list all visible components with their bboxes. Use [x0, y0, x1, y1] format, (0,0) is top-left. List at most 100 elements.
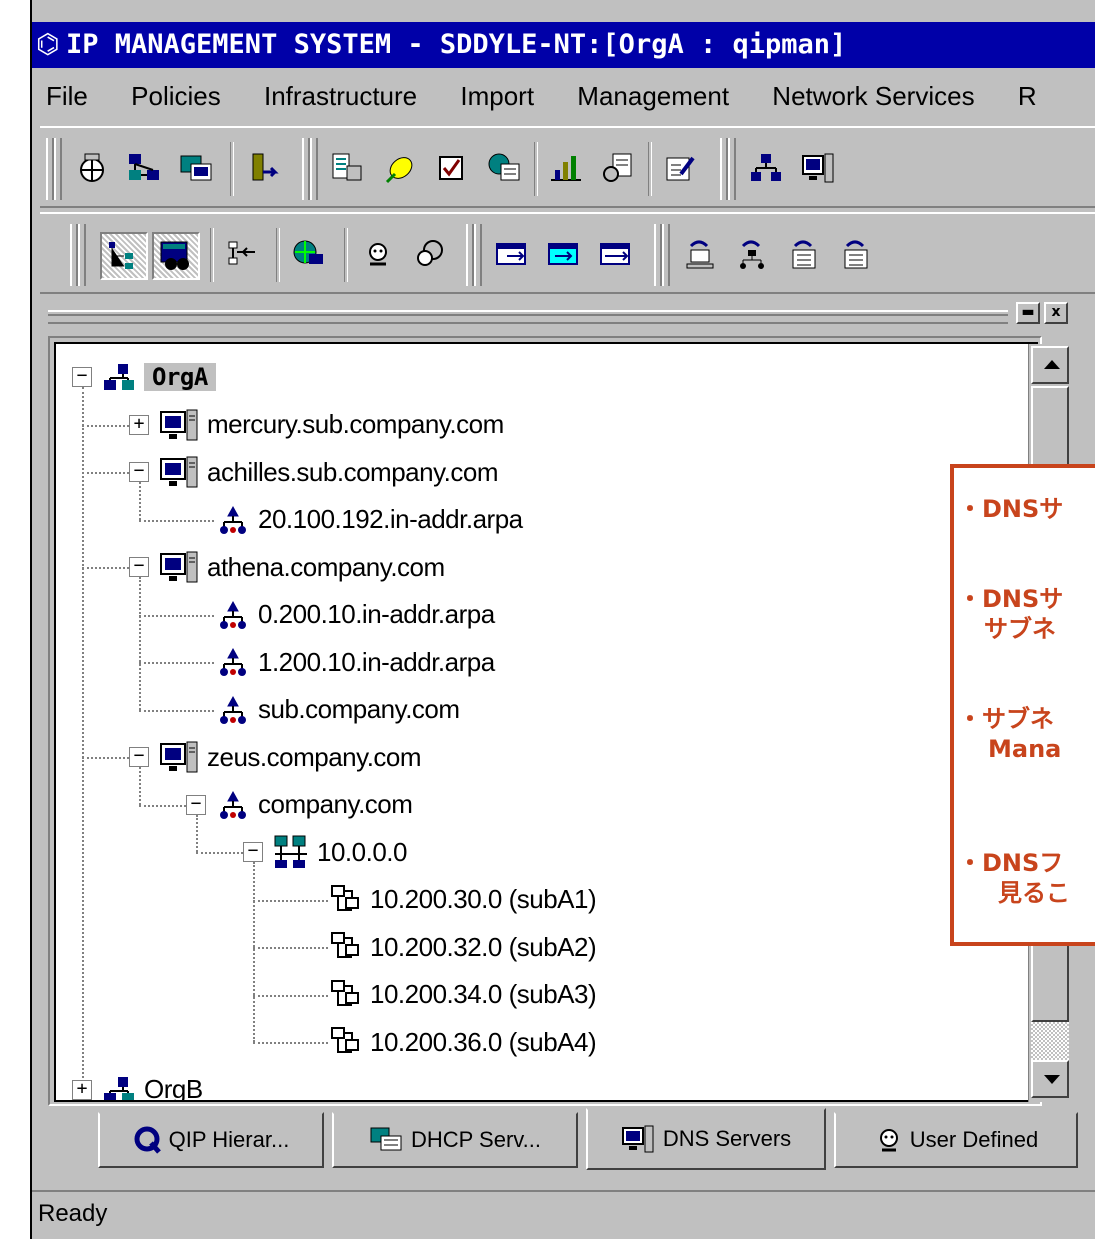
- tree-node[interactable]: 1.200.10.in-addr.arpa: [216, 641, 495, 683]
- subnet-icon: [330, 884, 362, 916]
- tree-node-label: 10.200.32.0 (subA2): [370, 931, 597, 962]
- global-settings-button[interactable]: [482, 146, 526, 190]
- user-button[interactable]: [356, 232, 400, 276]
- tree-node[interactable]: athena.company.com: [159, 546, 445, 588]
- exit-button[interactable]: [240, 146, 284, 190]
- edit-document-icon: [666, 156, 695, 181]
- callout-line: ・サブネ: [958, 705, 1054, 733]
- menu-management[interactable]: Management: [577, 81, 729, 111]
- subnet-import-button[interactable]: [490, 232, 534, 276]
- dhcp-generate-button[interactable]: [326, 146, 370, 190]
- toolbar-grip[interactable]: [720, 138, 728, 200]
- collapse-icon[interactable]: −: [129, 462, 149, 482]
- dns-server-icon: [159, 455, 199, 489]
- infrastructure-button[interactable]: [122, 146, 166, 190]
- tab-dhcp-servers[interactable]: DHCP Serv...: [332, 1112, 578, 1168]
- expand-icon[interactable]: +: [129, 414, 149, 435]
- tab-user-defined[interactable]: User Defined: [834, 1112, 1078, 1168]
- menu-infrastructure[interactable]: Infrastructure: [264, 81, 417, 111]
- menu-import[interactable]: Import: [460, 81, 534, 111]
- tag-button[interactable]: [378, 146, 422, 190]
- toolbar-grip[interactable]: [46, 138, 54, 200]
- tree-node-label: 10.200.36.0 (subA4): [370, 1026, 597, 1057]
- edit-button[interactable]: [658, 146, 702, 190]
- toolbar-grip[interactable]: [662, 224, 670, 286]
- tree-node[interactable]: sub.company.com: [216, 689, 460, 731]
- user-settings-button[interactable]: [408, 232, 452, 276]
- tree-node[interactable]: 20.100.192.in-addr.arpa: [216, 499, 523, 541]
- servers-button[interactable]: [174, 146, 218, 190]
- collapse-icon[interactable]: −: [186, 794, 206, 815]
- dhcp-server-icon: [370, 1127, 402, 1151]
- subnet-icon: [330, 931, 362, 963]
- tree-node[interactable]: 0.200.10.in-addr.arpa: [216, 594, 495, 636]
- toolbar-separator: [344, 228, 348, 282]
- table-arrow-icon: [496, 243, 526, 265]
- collapse-icon[interactable]: −: [243, 842, 263, 862]
- title-bar[interactable]: ⌬ IP MANAGEMENT SYSTEM - SDDYLE-NT:[OrgA …: [32, 22, 1095, 68]
- panel-minimize-button[interactable]: ▬: [1016, 302, 1040, 324]
- tree-node[interactable]: OrgA: [102, 356, 216, 398]
- tree-node[interactable]: 10.200.30.0 (subA1): [330, 879, 597, 921]
- dns-server-icon: [159, 740, 199, 774]
- collapse-icon[interactable]: −: [129, 557, 149, 577]
- collapse-icon[interactable]: −: [129, 747, 149, 767]
- tree-node[interactable]: 10.200.32.0 (subA2): [330, 926, 597, 968]
- organization-button[interactable]: [744, 146, 788, 190]
- subnet-export-button[interactable]: [542, 232, 586, 276]
- toolbar-grip[interactable]: [310, 138, 318, 200]
- audit-button[interactable]: [596, 146, 640, 190]
- scroll-down-button[interactable]: [1031, 1060, 1069, 1098]
- tree-view[interactable]: − OrgA + mercury.sub.company.com − achilles.s…: [54, 342, 1038, 1102]
- scroll-track[interactable]: [1031, 1022, 1069, 1060]
- panel-close-button[interactable]: x: [1044, 302, 1068, 324]
- tab-dns-servers[interactable]: DNS Servers: [586, 1108, 826, 1170]
- tree-node[interactable]: 10.0.0.0: [273, 831, 407, 873]
- network-icon: [273, 834, 309, 870]
- push-network-button[interactable]: [730, 232, 774, 276]
- hierarchy-icon: [228, 241, 255, 265]
- toolbar-grip[interactable]: [78, 224, 86, 286]
- subnet-move-button[interactable]: [594, 232, 638, 276]
- push-computer-button[interactable]: [678, 232, 722, 276]
- menu-file[interactable]: File: [46, 81, 88, 111]
- tree-node[interactable]: company.com: [216, 784, 413, 826]
- tree-connector: [139, 614, 214, 617]
- tree-node[interactable]: zeus.company.com: [159, 736, 422, 778]
- network-view-button[interactable]: [286, 232, 330, 276]
- toolbar-grip[interactable]: [474, 224, 482, 286]
- menu-network-services[interactable]: Network Services: [772, 81, 974, 111]
- tab-qip-hierarchy[interactable]: QIP Hierar...: [98, 1112, 324, 1168]
- hierarchy-button[interactable]: [220, 232, 264, 276]
- zone-icon: [216, 788, 250, 822]
- toolbar-grip[interactable]: [70, 224, 78, 286]
- dns-server-button[interactable]: [796, 146, 840, 190]
- tree-node[interactable]: mercury.sub.company.com: [159, 404, 504, 446]
- toolbar-grip[interactable]: [466, 224, 474, 286]
- toolbar-grip[interactable]: [654, 224, 662, 286]
- panel-grip[interactable]: [48, 310, 1008, 324]
- tree-node-label: OrgA: [144, 363, 216, 391]
- system-menu-icon[interactable]: ⌬: [36, 22, 66, 68]
- toolbar-grip[interactable]: [728, 138, 736, 200]
- tree-view-button[interactable]: [100, 232, 148, 280]
- push-all-button[interactable]: [834, 232, 878, 276]
- expand-icon[interactable]: +: [72, 1079, 92, 1100]
- menu-policies[interactable]: Policies: [131, 81, 221, 111]
- toolbar-grip[interactable]: [302, 138, 310, 200]
- network-arrow-icon: [740, 240, 764, 269]
- search-view-button[interactable]: [152, 232, 200, 280]
- checklist-button[interactable]: [430, 146, 474, 190]
- collapse-icon[interactable]: −: [72, 367, 92, 387]
- tree-node[interactable]: 10.200.36.0 (subA4): [330, 1021, 597, 1063]
- policies-button[interactable]: [70, 146, 114, 190]
- reports-button[interactable]: [544, 146, 588, 190]
- menu-reports[interactable]: R: [1018, 81, 1037, 111]
- push-list-button[interactable]: [782, 232, 826, 276]
- toolbar-grip[interactable]: [54, 138, 62, 200]
- tree-node[interactable]: achilles.sub.company.com: [159, 451, 499, 493]
- tree-node[interactable]: OrgB: [102, 1069, 203, 1100]
- tree-node[interactable]: 10.200.34.0 (subA3): [330, 974, 597, 1016]
- scroll-up-button[interactable]: [1031, 346, 1069, 384]
- tree-connector: [139, 804, 186, 807]
